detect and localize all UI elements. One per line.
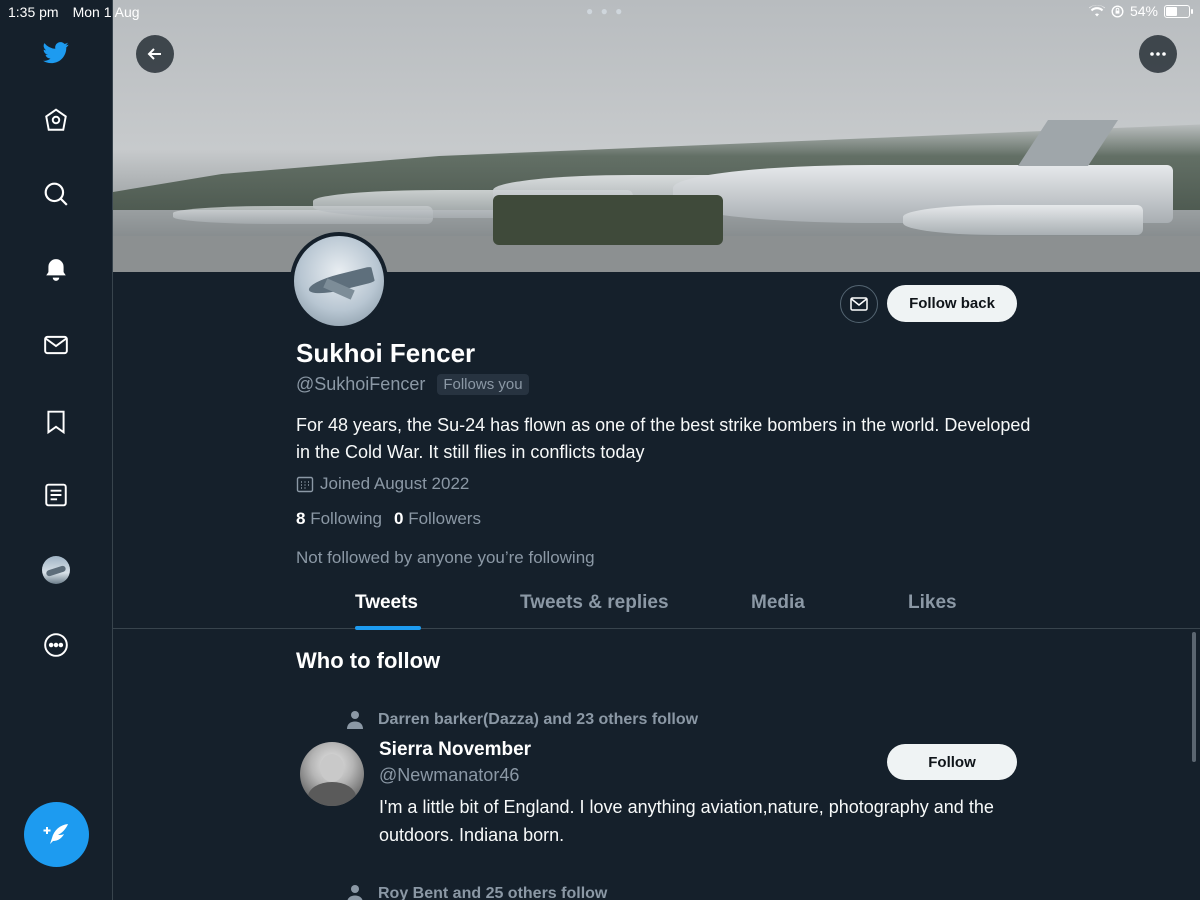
social-context: Darren barker(Dazza) and 23 others follo…: [346, 710, 698, 730]
suggestion-bio: I'm a little bit of England. I love anyt…: [379, 797, 994, 845]
banner-jet: [903, 205, 1143, 235]
followers-label: Followers: [408, 509, 481, 528]
social-context-text: Darren barker(Dazza) and 23 others follo…: [378, 711, 699, 728]
list-icon[interactable]: [36, 475, 76, 515]
search-icon[interactable]: [36, 174, 76, 214]
twitter-bird-icon[interactable]: [36, 32, 76, 72]
following-link[interactable]: 8 Following: [296, 509, 382, 529]
avatar-head: [320, 754, 344, 782]
profile-tabs: Tweets Tweets & replies Media Likes: [113, 582, 1200, 629]
compose-feather-icon: [43, 823, 68, 844]
joined-date: Joined August 2022: [296, 474, 469, 494]
display-name: Sukhoi Fencer: [296, 338, 476, 368]
bell-icon[interactable]: [36, 250, 76, 290]
follow-back-button[interactable]: Follow back: [887, 285, 1017, 322]
social-context-text: Roy Bent and 25 others follow: [378, 885, 608, 900]
orientation-lock-icon: [1111, 4, 1124, 18]
more-circle-icon[interactable]: [36, 625, 76, 665]
battery-percent: 54%: [1129, 3, 1158, 19]
mail-icon[interactable]: [36, 325, 76, 365]
profile-nav-item[interactable]: [36, 550, 76, 590]
wifi-icon: [1088, 5, 1105, 17]
avatar: [42, 556, 70, 584]
followers-link[interactable]: 0 Followers: [394, 509, 481, 529]
message-button[interactable]: [840, 285, 878, 323]
bookmark-icon[interactable]: [36, 402, 76, 442]
joined-text: Joined August 2022: [320, 474, 470, 493]
more-dots-icon: [1150, 52, 1166, 56]
arrow-left-icon: [147, 48, 161, 60]
person-icon: [347, 885, 363, 900]
handle: @SukhoiFencer: [296, 374, 426, 394]
following-count: 8: [296, 509, 306, 528]
banner-truck: [493, 195, 723, 245]
tab-tweets-replies[interactable]: Tweets & replies: [520, 592, 669, 614]
person-icon: [347, 711, 363, 729]
status-date: Mon 1 Aug: [72, 4, 140, 20]
follow-button[interactable]: Follow: [887, 744, 1017, 780]
tab-tweets[interactable]: Tweets: [355, 592, 418, 614]
sidebar: [0, 0, 113, 900]
back-button[interactable]: [136, 35, 174, 73]
battery-fill: [1166, 6, 1178, 16]
profile-banner[interactable]: [113, 0, 1200, 272]
followers-count: 0: [394, 509, 404, 528]
battery-icon: [1164, 4, 1193, 18]
follows-you-badge: Follows you: [437, 374, 529, 395]
profile-avatar[interactable]: [290, 232, 388, 330]
more-options-button[interactable]: [1139, 35, 1177, 73]
calendar-icon: [296, 476, 314, 493]
status-time: 1:35 pm: [8, 4, 59, 20]
suggestion-avatar[interactable]: [300, 742, 364, 806]
suggestion-name[interactable]: Sierra November: [379, 739, 531, 761]
tab-media[interactable]: Media: [751, 592, 805, 614]
compose-tweet-button[interactable]: [24, 802, 89, 867]
tab-likes[interactable]: Likes: [908, 592, 957, 614]
active-tab-indicator: [355, 626, 421, 630]
following-label: Following: [310, 509, 383, 528]
status-bar: 1:35 pm Mon 1 Aug ● ● ● 54%: [0, 0, 1200, 24]
who-to-follow-title: Who to follow: [296, 648, 441, 673]
home-icon[interactable]: [36, 100, 76, 140]
suggestion-handle: @Newmanator46: [379, 765, 520, 785]
profile-bio: For 48 years, the Su-24 has flown as one…: [296, 415, 1031, 462]
handle-row: @SukhoiFencer Follows you: [296, 374, 529, 395]
scrollbar[interactable]: [1192, 632, 1196, 762]
follow-stats: 8 Following 0 Followers: [296, 509, 481, 529]
not-followed-text: Not followed by anyone you’re following: [296, 548, 595, 567]
avatar-body: [308, 782, 356, 806]
social-context: Roy Bent and 25 others follow: [346, 884, 607, 900]
multitasking-dots-icon[interactable]: ● ● ●: [586, 4, 624, 18]
mail-icon: [850, 297, 868, 311]
